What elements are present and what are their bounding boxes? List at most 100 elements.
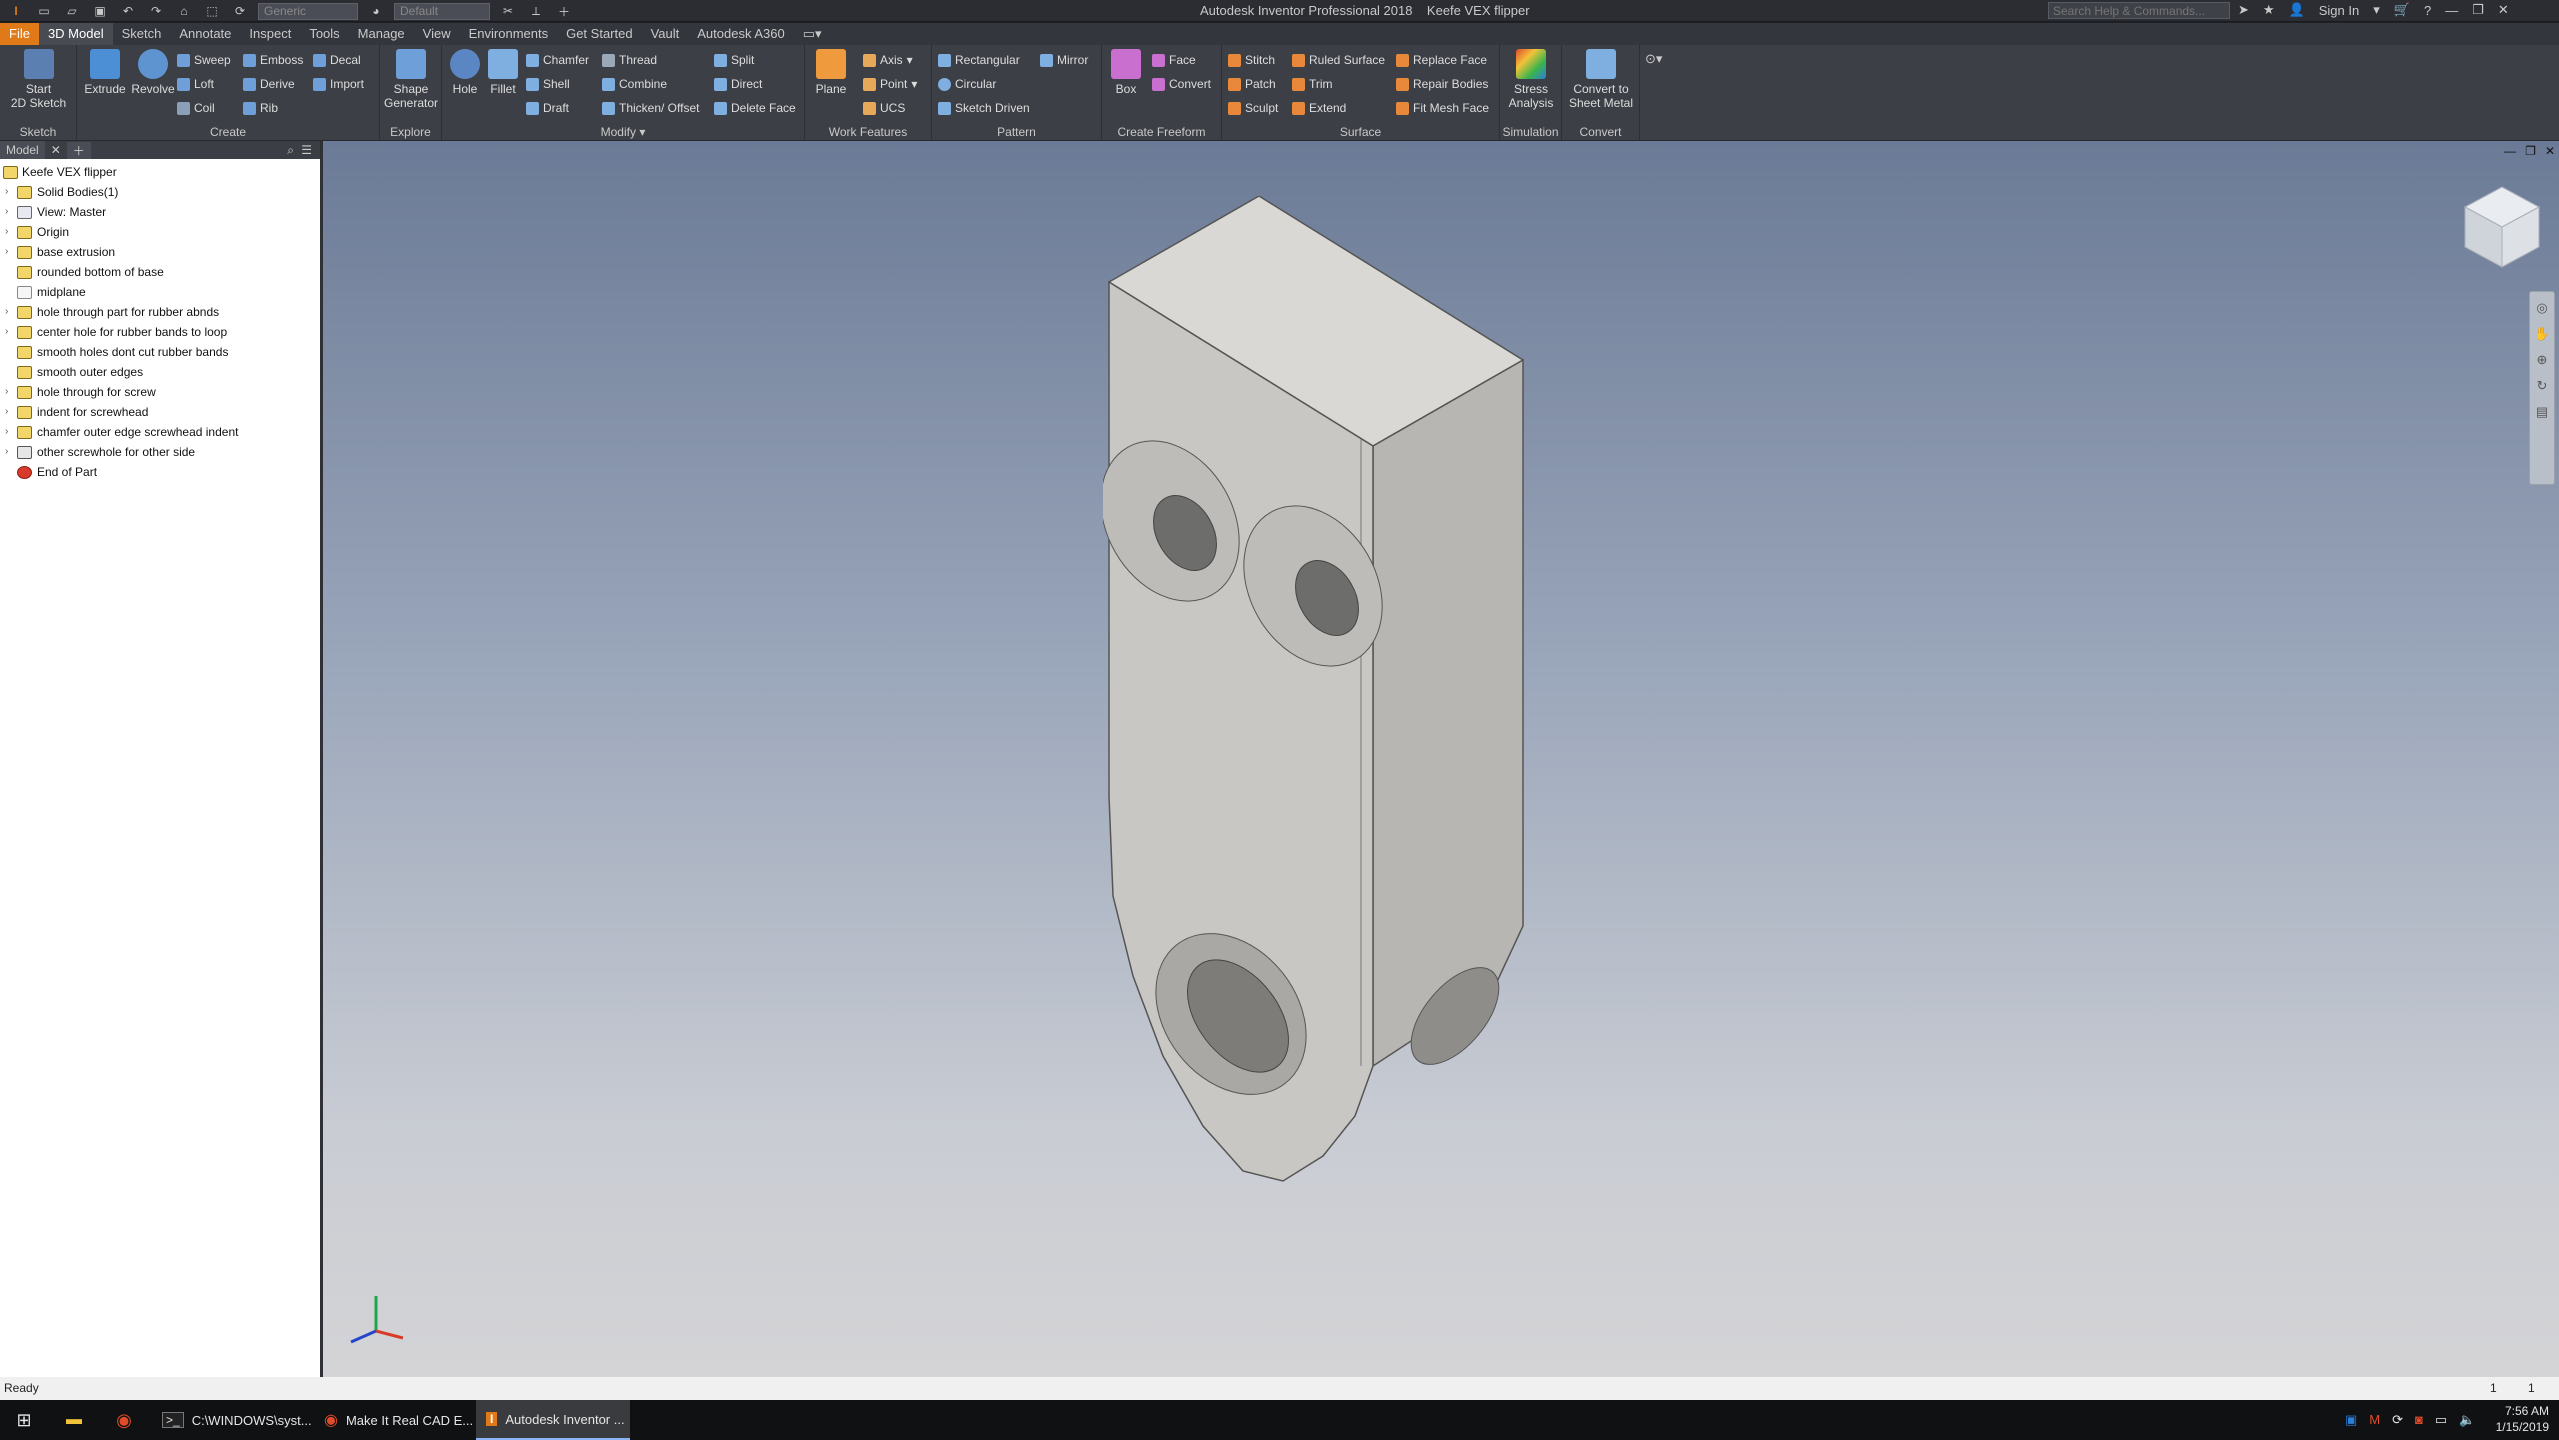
expand-icon[interactable]: › [5, 242, 8, 262]
emboss-button[interactable]: Emboss [243, 51, 303, 69]
tree-node[interactable]: › center hole for rubber bands to loop [0, 322, 320, 342]
panel-label-modify[interactable]: Modify ▾ [442, 125, 804, 139]
browser-add-tab-icon[interactable]: ＋ [66, 141, 91, 159]
direct-button[interactable]: Direct [714, 75, 762, 93]
tree-node[interactable]: End of Part [0, 462, 320, 482]
taskbar-item-cmd[interactable]: >_ C:\WINDOWS\syst... [152, 1400, 312, 1440]
restore-icon[interactable]: ❐ [2472, 2, 2484, 18]
update-icon[interactable]: ⟳ [230, 4, 250, 18]
box-button[interactable]: Box [1106, 49, 1146, 96]
home-icon[interactable]: ⌂ [174, 4, 194, 18]
stitch-button[interactable]: Stitch [1228, 51, 1275, 69]
inventor-logo-icon[interactable]: I [6, 4, 26, 18]
expand-icon[interactable]: › [5, 182, 8, 202]
customize-icon[interactable]: ＋ [554, 3, 574, 20]
expand-icon[interactable]: › [5, 302, 8, 322]
fillet-button[interactable]: Fillet [484, 49, 522, 96]
taskbar-item-inventor[interactable]: I Autodesk Inventor ... [476, 1400, 630, 1440]
appearance-combo[interactable]: Default [394, 2, 490, 20]
search-input[interactable] [2048, 2, 2230, 19]
tree-node[interactable]: › other screwhole for other side [0, 442, 320, 462]
tree-node[interactable]: smooth outer edges [0, 362, 320, 382]
browser-search-icon[interactable]: ⌕ [287, 143, 294, 158]
steering-wheel-icon[interactable]: ◎ [2536, 300, 2547, 316]
select-icon[interactable]: ⬚ [202, 4, 222, 18]
new-file-icon[interactable]: ▭ [34, 4, 54, 18]
search-go-icon[interactable]: ➤ [2238, 2, 2249, 18]
expand-icon[interactable]: › [5, 322, 8, 342]
tab-get-started[interactable]: Get Started [557, 23, 641, 45]
ucs-button[interactable]: UCS [863, 99, 905, 117]
tab-inspect[interactable]: Inspect [240, 23, 300, 45]
ruled-surface-button[interactable]: Ruled Surface [1292, 51, 1385, 69]
tab-a360[interactable]: Autodesk A360 [688, 23, 793, 45]
browser-menu-icon[interactable]: ☰ [301, 143, 312, 157]
pan-icon[interactable]: ✋ [2534, 326, 2550, 342]
extrude-button[interactable]: Extrude [81, 49, 129, 96]
tree-node[interactable]: smooth holes dont cut rubber bands [0, 342, 320, 362]
stress-analysis-button[interactable]: Stress Analysis [1502, 49, 1560, 110]
material-combo[interactable]: Generic [258, 2, 358, 20]
sketch-driven-button[interactable]: Sketch Driven [938, 99, 1030, 117]
tab-3d-model[interactable]: 3D Model [38, 23, 113, 45]
measure-icon[interactable]: ⟂ [526, 4, 546, 19]
undo-icon[interactable]: ↶ [118, 4, 138, 18]
tree-node[interactable]: › chamfer outer edge screwhead indent [0, 422, 320, 442]
derive-button[interactable]: Derive [243, 75, 295, 93]
convert-sheet-metal-button[interactable]: Convert to Sheet Metal [1564, 49, 1638, 110]
face-button[interactable]: Face [1152, 51, 1196, 69]
tree-root[interactable]: Keefe VEX flipper [0, 162, 320, 182]
tree-node[interactable]: › hole through part for rubber abnds [0, 302, 320, 322]
open-file-icon[interactable]: ▱ [62, 4, 82, 18]
close-icon[interactable]: ✕ [2498, 2, 2509, 18]
look-at-icon[interactable]: ▤ [2536, 404, 2548, 420]
circular-button[interactable]: Circular [938, 75, 996, 93]
convert-button[interactable]: Convert [1152, 75, 1211, 93]
plane-button[interactable]: Plane [811, 49, 851, 96]
tab-manage[interactable]: Manage [349, 23, 414, 45]
chamfer-button[interactable]: Chamfer [526, 51, 589, 69]
combine-button[interactable]: Combine [602, 75, 667, 93]
help-icon[interactable]: ? [2424, 3, 2431, 18]
decal-button[interactable]: Decal [313, 51, 361, 69]
delete-face-button[interactable]: Delete Face [714, 99, 796, 117]
mirror-button[interactable]: Mirror [1040, 51, 1088, 69]
favorites-icon[interactable]: ★ [2263, 2, 2275, 18]
expand-icon[interactable]: › [5, 442, 8, 462]
shape-generator-button[interactable]: Shape Generator [382, 49, 440, 110]
tray-sync-icon[interactable]: ⟳ [2392, 1412, 2403, 1428]
taskbar-item-chrome[interactable]: ◉ Make It Real CAD E... [314, 1400, 474, 1440]
minimize-icon[interactable]: — [2445, 3, 2458, 18]
tree-node[interactable]: midplane [0, 282, 320, 302]
viewport-close-icon[interactable]: ✕ [2545, 144, 2555, 158]
tray-network-icon[interactable]: ▭ [2435, 1412, 2447, 1428]
tab-file[interactable]: File [0, 23, 39, 45]
patch-button[interactable]: Patch [1228, 75, 1276, 93]
viewport-minimize-icon[interactable]: — [2504, 144, 2516, 158]
tree-node[interactable]: › Origin [0, 222, 320, 242]
draft-button[interactable]: Draft [526, 99, 569, 117]
sweep-button[interactable]: Sweep [177, 51, 231, 69]
taskbar-clock[interactable]: 7:56 AM 1/15/2019 [2496, 1403, 2549, 1435]
rib-button[interactable]: Rib [243, 99, 278, 117]
tray-volume-icon[interactable]: 🔈 [2459, 1412, 2475, 1428]
expand-icon[interactable]: › [5, 222, 8, 242]
tab-environments[interactable]: Environments [460, 23, 557, 45]
expand-icon[interactable]: › [5, 382, 8, 402]
revolve-button[interactable]: Revolve [129, 49, 177, 96]
graphics-viewport[interactable]: — ❐ ✕ ◎ ✋ ⊕ ↻ ▤ [323, 141, 2559, 1377]
tree-node[interactable]: › View: Master [0, 202, 320, 222]
tree-node[interactable]: › base extrusion [0, 242, 320, 262]
expand-icon[interactable]: › [5, 402, 8, 422]
cart-icon[interactable]: 🛒 [2394, 2, 2410, 18]
clear-appearance-icon[interactable]: ✂ [498, 4, 518, 18]
axis-button[interactable]: Axis ▾ [863, 51, 913, 69]
sculpt-button[interactable]: Sculpt [1228, 99, 1278, 117]
tab-view[interactable]: View [414, 23, 460, 45]
chrome-pinned-button[interactable]: ◉ [100, 1400, 148, 1440]
tree-node[interactable]: › hole through for screw [0, 382, 320, 402]
browser-tab-model[interactable]: Model [0, 141, 45, 159]
ribbon-options-icon[interactable]: ⊙▾ [1645, 51, 1662, 67]
tab-annotate[interactable]: Annotate [170, 23, 240, 45]
expand-icon[interactable]: › [5, 422, 8, 442]
